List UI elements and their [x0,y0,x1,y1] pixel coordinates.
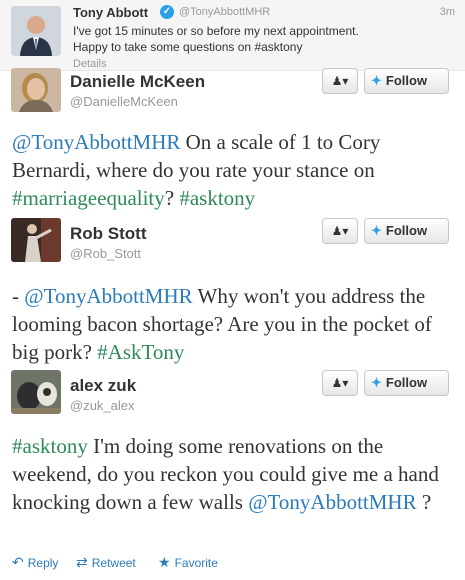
author-handle[interactable]: @TonyAbbottMHR [179,6,270,18]
avatar[interactable] [11,6,61,56]
chevron-down-icon: ▾ [342,74,349,88]
follow-label: Follow [385,375,428,390]
timestamp[interactable]: 3m [440,6,455,18]
avatar[interactable] [11,370,61,414]
favorite-label: Favorite [174,556,218,570]
mention-link[interactable]: @TonyAbbottMHR [248,490,416,514]
reply-action[interactable]: ↶ Reply [12,554,58,571]
follow-button[interactable]: ✦ Follow [364,218,449,244]
follow-label: Follow [385,223,428,238]
chevron-down-icon: ▾ [342,224,349,238]
text-segment: ? [164,186,180,210]
tweet-text: #asktony I'm doing some renovations on t… [12,432,457,516]
hashtag-link[interactable]: #asktony [179,186,255,210]
mention-link[interactable]: @TonyAbbottMHR [24,284,192,308]
twitter-bird-icon: ✦ [371,223,382,238]
text-segment: ? [416,490,432,514]
reply-icon: ↶ [12,554,24,570]
reply-header: alex zuk @zuk_alex ♟▾ ✦ Follow [0,370,465,420]
hashtag-link[interactable]: #asktony [12,434,88,458]
mention-link[interactable]: @TonyAbbottMHR [12,130,180,154]
verified-badge-icon: ✓ [160,5,174,19]
reply-label: Reply [27,556,59,570]
author-name[interactable]: alex zuk [70,376,136,396]
author-handle[interactable]: @zuk_alex [70,398,135,413]
avatar[interactable] [11,68,61,112]
tweet-text-content: I've got 15 minutes or so before my next… [73,24,359,54]
user-actions-dropdown[interactable]: ♟▾ [322,218,358,244]
original-tweet: Tony Abbott ✓ @TonyAbbottMHR 3m I've got… [0,0,465,71]
author-name[interactable]: Rob Stott [70,224,146,244]
reply-header: Danielle McKeen @DanielleMcKeen ♟▾ ✦ Foll… [0,68,465,118]
avatar[interactable] [11,218,61,262]
favorite-action[interactable]: ★ Favorite [158,554,218,571]
follow-label: Follow [385,73,428,88]
retweet-action[interactable]: ⇄ Retweet [76,554,136,571]
user-actions-dropdown[interactable]: ♟▾ [322,370,358,396]
follow-button[interactable]: ✦ Follow [364,68,449,94]
retweet-icon: ⇄ [76,554,88,570]
chevron-down-icon: ▾ [342,376,349,390]
star-icon: ★ [158,554,171,570]
text-segment: - [12,284,25,308]
author-handle[interactable]: @DanielleMcKeen [70,94,178,109]
reply-header: Rob Stott @Rob_Stott ♟▾ ✦ Follow [0,218,465,268]
user-icon: ♟ [331,376,343,390]
hashtag-link[interactable]: #marriageequality [12,186,165,210]
author-name[interactable]: Tony Abbott [73,5,148,20]
user-icon: ♟ [331,224,343,238]
twitter-bird-icon: ✦ [371,375,382,390]
tweet-text: @TonyAbbottMHR On a scale of 1 to Cory B… [12,128,457,212]
twitter-bird-icon: ✦ [371,73,382,88]
user-icon: ♟ [331,74,343,88]
retweet-label: Retweet [91,556,136,570]
tweet-text: I've got 15 minutes or so before my next… [73,23,393,55]
hashtag-link[interactable]: #AskTony [97,340,184,364]
tweet-text: - @TonyAbbottMHR Why won't you address t… [12,282,457,366]
follow-button[interactable]: ✦ Follow [364,370,449,396]
author-handle[interactable]: @Rob_Stott [70,246,141,261]
author-name[interactable]: Danielle McKeen [70,72,205,92]
user-actions-dropdown[interactable]: ♟▾ [322,68,358,94]
